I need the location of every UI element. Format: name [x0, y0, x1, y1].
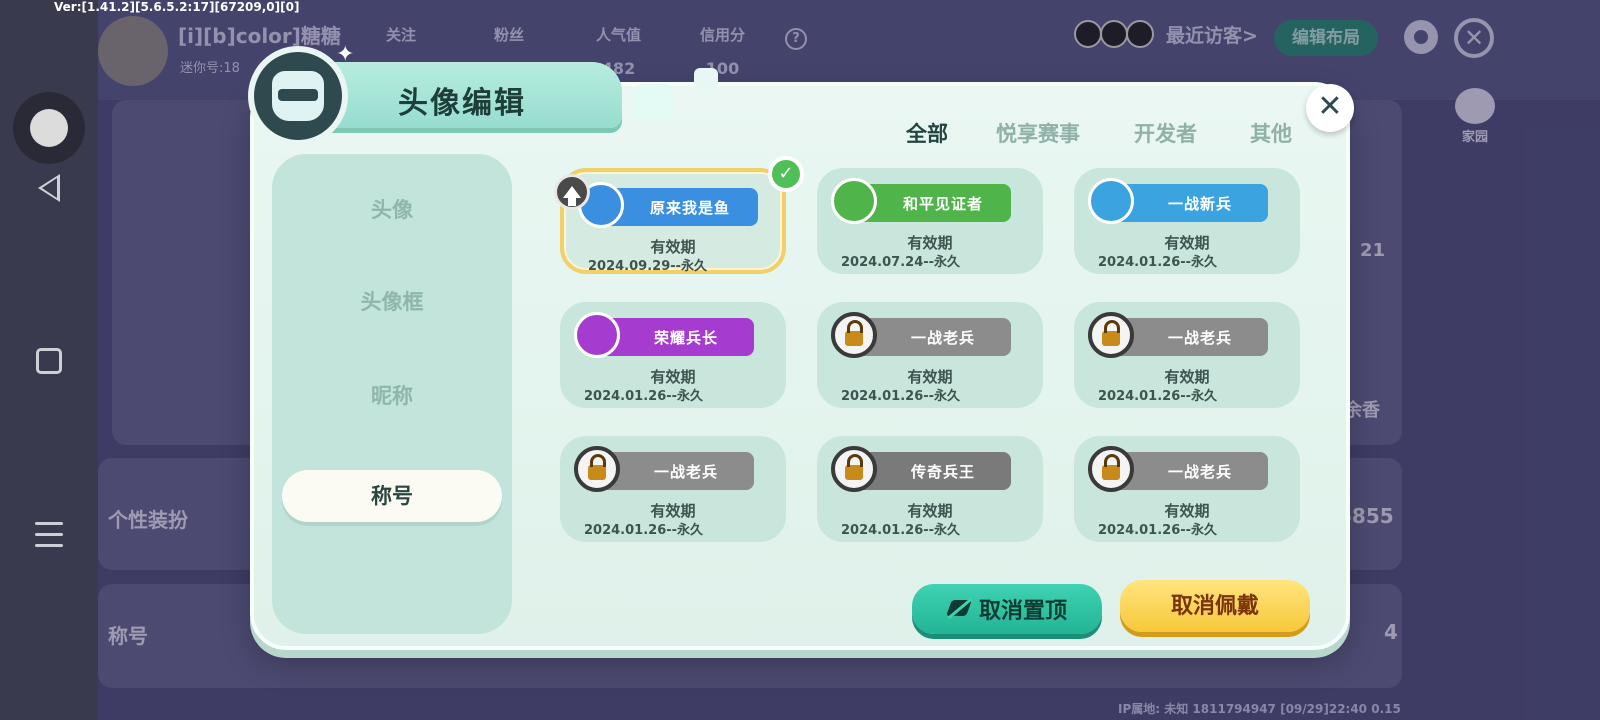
validity-label: 有效期 — [1164, 502, 1210, 520]
title-banner: 和平见证者 — [831, 178, 1011, 224]
title-banner-text: 一战老兵 — [653, 462, 718, 481]
title-emblem-icon — [831, 178, 877, 224]
title-card-item[interactable]: 一战老兵有效期 2024.01.26--永久 — [817, 302, 1043, 408]
system-nav-bar — [0, 0, 98, 720]
title-banner: 原来我是鱼 — [578, 182, 758, 228]
unequip-button[interactable]: 取消佩戴 — [1120, 580, 1310, 632]
validity-label: 有效期 — [650, 238, 696, 256]
title-card-item[interactable]: 荣耀兵长有效期 2024.01.26--永久 — [560, 302, 786, 408]
validity-date: 2024.07.24--永久 — [841, 255, 961, 270]
title-banner: 一战新兵 — [1088, 178, 1268, 224]
title-card-item[interactable]: 原来我是鱼有效期 2024.09.29--永久 — [560, 168, 786, 274]
lock-icon — [574, 446, 620, 492]
validity-date: 2024.01.26--永久 — [1098, 255, 1218, 270]
validity-date: 2024.01.26--永久 — [841, 389, 961, 404]
validity-date: 2024.09.29--永久 — [588, 259, 708, 274]
version-text: Ver:[1.41.2][5.6.5.2:17][67209,0][0] — [54, 0, 300, 14]
close-icon[interactable]: ✕ — [1306, 84, 1354, 132]
lock-icon — [1088, 446, 1134, 492]
title-card-item[interactable]: 传奇兵王有效期 2024.01.26--永久 — [817, 436, 1043, 542]
title-banner-text: 荣耀兵长 — [653, 328, 718, 347]
tab-all[interactable]: 全部 — [906, 118, 948, 148]
title-banner: 一战老兵 — [1088, 446, 1268, 492]
sidebar-item-avatar-frame[interactable]: 头像框 — [282, 276, 502, 328]
title-card-item[interactable]: 一战老兵有效期 2024.01.26--永久 — [1074, 302, 1300, 408]
edit-sidebar: 头像 头像框 昵称 称号 — [272, 154, 512, 634]
title-decoration — [634, 84, 674, 120]
title-banner-text: 原来我是鱼 — [649, 198, 730, 217]
pin-icon — [554, 174, 590, 210]
title-banner-text: 一战新兵 — [1167, 194, 1232, 213]
validity-date: 2024.01.26--永久 — [1098, 389, 1218, 404]
recents-icon[interactable] — [0, 348, 98, 374]
dialog-title: 头像编辑 — [398, 86, 526, 121]
tab-events[interactable]: 悦享赛事 — [996, 118, 1080, 148]
title-banner-text: 一战老兵 — [1167, 462, 1232, 481]
validity-label: 有效期 — [907, 502, 953, 520]
sidebar-item-nickname[interactable]: 昵称 — [282, 370, 502, 422]
title-banner-text: 一战老兵 — [1167, 328, 1232, 347]
sparkle-icon: ✦ — [336, 42, 355, 67]
sidebar-item-title[interactable]: 称号 — [282, 470, 502, 522]
title-banner: 一战老兵 — [574, 446, 754, 492]
lock-icon — [831, 446, 877, 492]
validity-date: 2024.01.26--永久 — [584, 389, 704, 404]
validity-label: 有效期 — [1164, 368, 1210, 386]
title-banner-text: 和平见证者 — [902, 194, 983, 213]
assistive-touch-button[interactable] — [0, 92, 98, 164]
lock-icon — [1088, 312, 1134, 358]
validity-label: 有效期 — [907, 368, 953, 386]
title-card-item[interactable]: 一战老兵有效期 2024.01.26--永久 — [560, 436, 786, 542]
back-icon[interactable] — [0, 174, 98, 202]
title-banner: 一战老兵 — [831, 312, 1011, 358]
unpin-button[interactable]: 取消置顶 — [912, 584, 1102, 634]
title-decoration — [694, 68, 718, 88]
validity-label: 有效期 — [907, 234, 953, 252]
title-banner: 一战老兵 — [1088, 312, 1268, 358]
lock-icon — [831, 312, 877, 358]
title-card-item[interactable]: 一战新兵有效期 2024.01.26--永久 — [1074, 168, 1300, 274]
dialog-avatar-icon — [248, 46, 348, 146]
unpin-icon — [947, 596, 973, 622]
validity-date: 2024.01.26--永久 — [841, 523, 961, 538]
title-banner-text: 一战老兵 — [910, 328, 975, 347]
title-banner: 荣耀兵长 — [574, 312, 754, 358]
sidebar-item-avatar[interactable]: 头像 — [282, 184, 502, 236]
title-banner-text: 传奇兵王 — [910, 462, 975, 481]
validity-label: 有效期 — [650, 368, 696, 386]
tab-other[interactable]: 其他 — [1250, 118, 1292, 148]
menu-icon[interactable] — [0, 520, 98, 548]
title-card-item[interactable]: 和平见证者有效期 2024.07.24--永久 — [817, 168, 1043, 274]
check-icon: ✓ — [768, 156, 804, 192]
validity-label: 有效期 — [650, 502, 696, 520]
title-emblem-icon — [574, 312, 620, 358]
title-card-item[interactable]: 一战老兵有效期 2024.01.26--永久 — [1074, 436, 1300, 542]
title-emblem-icon — [1088, 178, 1134, 224]
validity-date: 2024.01.26--永久 — [584, 523, 704, 538]
validity-date: 2024.01.26--永久 — [1098, 523, 1218, 538]
validity-label: 有效期 — [1164, 234, 1210, 252]
title-banner: 传奇兵王 — [831, 446, 1011, 492]
tab-developer[interactable]: 开发者 — [1134, 118, 1197, 148]
